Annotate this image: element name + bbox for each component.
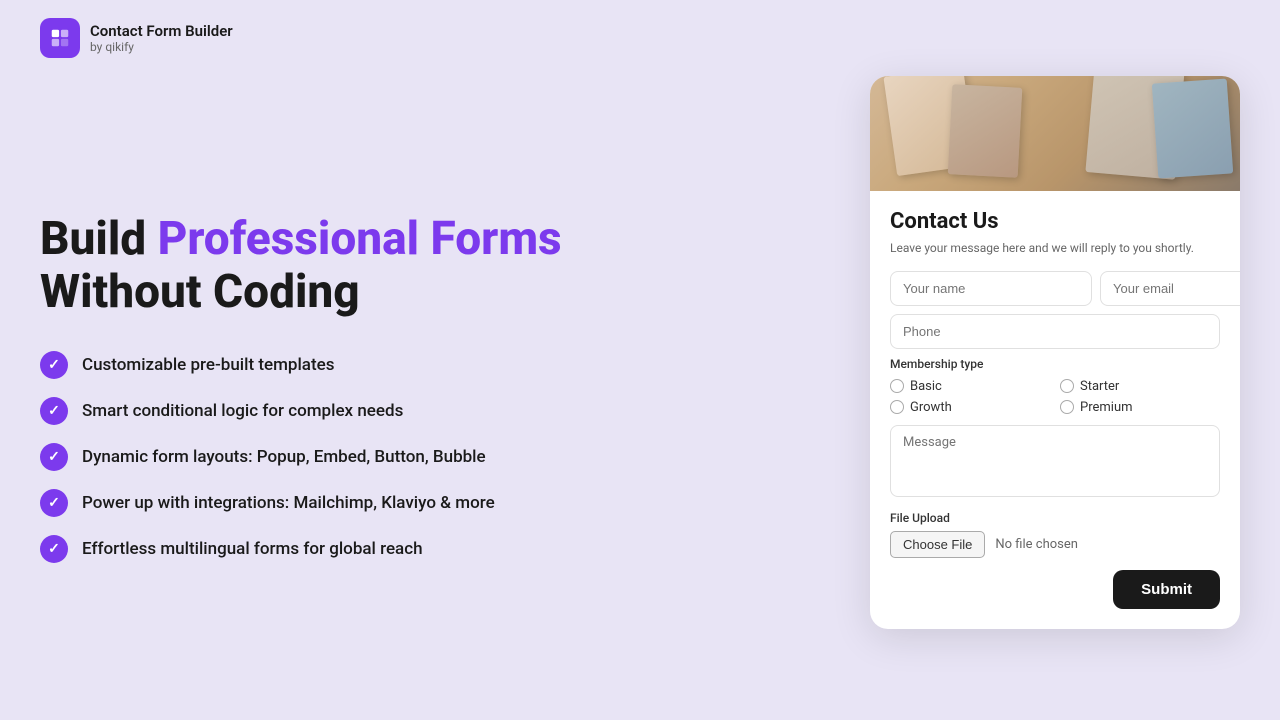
feature-label: Smart conditional logic for complex need… [82,401,403,421]
message-textarea[interactable] [890,425,1220,497]
header: Contact Form Builder by qikify [0,0,1280,76]
form-subtitle: Leave your message here and we will repl… [890,240,1220,257]
feature-item: Smart conditional logic for complex need… [40,397,830,425]
right-panel: Contact Us Leave your message here and w… [870,76,1240,690]
form-body: Contact Us Leave your message here and w… [870,191,1240,629]
radio-basic[interactable]: Basic [890,379,1050,394]
membership-section: Membership type Basic Starter Growth [890,357,1220,415]
form-title: Contact Us [890,209,1220,234]
form-footer: Submit [890,570,1220,609]
check-icon [40,397,68,425]
radio-growth-circle[interactable] [890,400,904,414]
radio-grid: Basic Starter Growth Premium [890,379,1220,415]
form-hero-image [870,76,1240,191]
feature-label: Effortless multilingual forms for global… [82,539,423,559]
feature-item: Dynamic form layouts: Popup, Embed, Butt… [40,443,830,471]
photo-card-2 [948,84,1023,178]
file-input-row: Choose File No file chosen [890,531,1220,558]
email-input[interactable] [1100,271,1240,306]
feature-item: Customizable pre-built templates [40,351,830,379]
radio-starter-label: Starter [1080,379,1119,394]
file-upload-label: File Upload [890,511,1220,525]
left-panel: Build Professional Forms Without Coding … [40,76,830,690]
no-file-text: No file chosen [995,537,1078,552]
headline-second-line: Without Coding [40,265,360,319]
photo-card-4 [1152,78,1233,178]
radio-starter[interactable]: Starter [1060,379,1220,394]
form-card: Contact Us Leave your message here and w… [870,76,1240,629]
radio-growth[interactable]: Growth [890,400,1050,415]
feature-item: Effortless multilingual forms for global… [40,535,830,563]
headline-purple: Professional Forms [158,212,562,266]
radio-basic-circle[interactable] [890,379,904,393]
name-input[interactable] [890,271,1092,306]
radio-premium[interactable]: Premium [1060,400,1220,415]
membership-label: Membership type [890,357,1220,371]
headline-plain: Build [40,212,158,266]
radio-premium-label: Premium [1080,400,1133,415]
logo-subtitle: by qikify [90,40,233,54]
feature-item: Power up with integrations: Mailchimp, K… [40,489,830,517]
logo-title: Contact Form Builder [90,22,233,40]
feature-label: Power up with integrations: Mailchimp, K… [82,493,495,513]
check-icon [40,351,68,379]
submit-button[interactable]: Submit [1113,570,1220,609]
logo-text: Contact Form Builder by qikify [90,22,233,54]
file-upload-section: File Upload Choose File No file chosen [890,511,1220,558]
radio-starter-circle[interactable] [1060,379,1074,393]
choose-file-button[interactable]: Choose File [890,531,985,558]
radio-growth-label: Growth [910,400,952,415]
name-email-row [890,271,1220,306]
headline: Build Professional Forms Without Coding [40,213,830,319]
radio-basic-label: Basic [910,379,942,394]
feature-label: Customizable pre-built templates [82,355,334,375]
features-list: Customizable pre-built templates Smart c… [40,351,830,563]
feature-label: Dynamic form layouts: Popup, Embed, Butt… [82,447,486,467]
logo-icon [40,18,80,58]
radio-premium-circle[interactable] [1060,400,1074,414]
check-icon [40,489,68,517]
phone-row [890,314,1220,349]
check-icon [40,443,68,471]
check-icon [40,535,68,563]
main-content: Build Professional Forms Without Coding … [0,76,1280,720]
phone-input[interactable] [890,314,1220,349]
